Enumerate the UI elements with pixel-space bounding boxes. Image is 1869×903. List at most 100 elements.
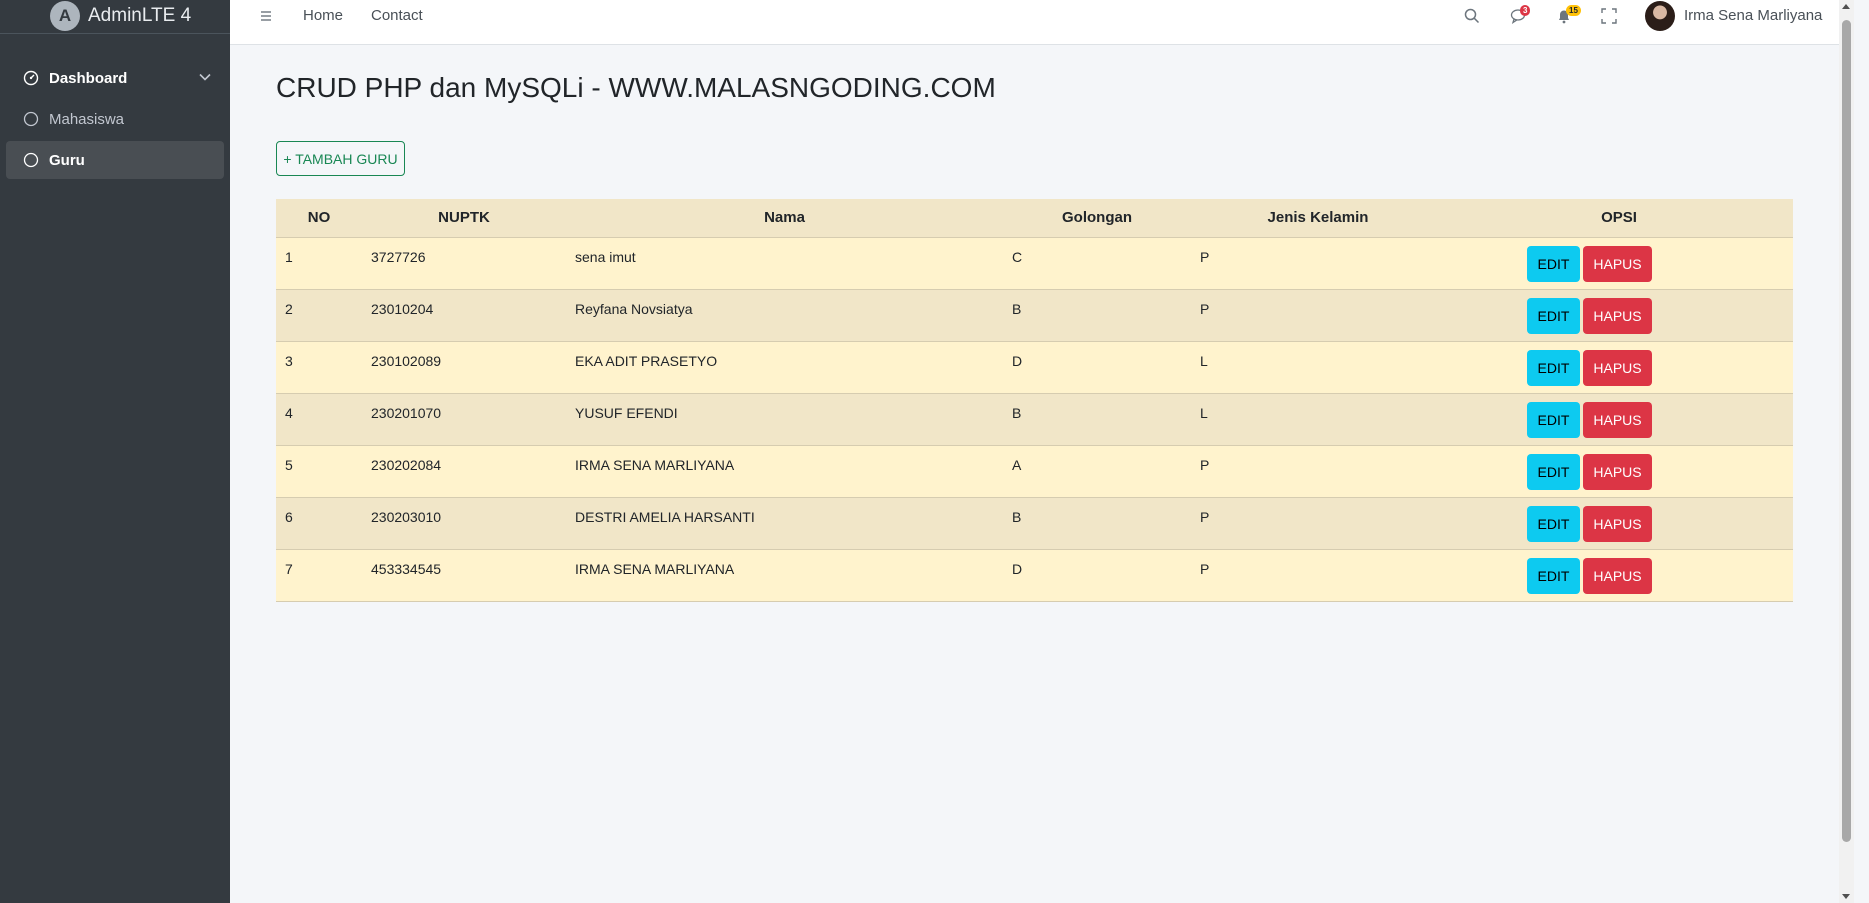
brand-title: AdminLTE 4: [88, 5, 192, 26]
sidebar-item-guru[interactable]: Guru: [6, 141, 224, 179]
chat-icon[interactable]: 3: [1510, 5, 1531, 29]
cell-golongan: B: [1003, 288, 1191, 341]
cell-golongan: B: [1003, 392, 1191, 445]
table-row: 7 453334545 IRMA SENA MARLIYANA D P EDIT…: [276, 548, 1793, 602]
header-nama: Nama: [566, 199, 1003, 237]
delete-button[interactable]: HAPUS: [1583, 349, 1652, 386]
scroll-up-arrow-icon[interactable]: [1842, 4, 1850, 9]
cell-nama: Reyfana Novsiatya: [566, 288, 1003, 341]
add-guru-button[interactable]: + TAMBAH GURU: [276, 141, 405, 176]
cell-jenis-kelamin: L: [1191, 392, 1445, 445]
table-row: 1 3727726 sena imut C P EDIT HAPUS: [276, 236, 1793, 289]
sidebar-menu: Dashboard Mahasiswa Guru: [0, 59, 230, 179]
nav-link-contact[interactable]: Contact: [371, 7, 423, 24]
edit-button[interactable]: EDIT: [1527, 349, 1580, 386]
search-icon[interactable]: [1464, 8, 1480, 29]
delete-button[interactable]: HAPUS: [1583, 401, 1652, 438]
table-row: 5 230202084 IRMA SENA MARLIYANA A P EDIT…: [276, 444, 1793, 497]
notifications-badge: 15: [1566, 5, 1581, 16]
edit-button[interactable]: EDIT: [1527, 297, 1580, 334]
delete-button[interactable]: HAPUS: [1583, 557, 1652, 594]
table-row: 2 23010204 Reyfana Novsiatya B P EDIT HAP…: [276, 288, 1793, 341]
brand-link[interactable]: A AdminLTE 4: [0, 0, 230, 34]
edit-button[interactable]: EDIT: [1527, 453, 1580, 490]
delete-button[interactable]: HAPUS: [1583, 505, 1652, 542]
nav-link-home[interactable]: Home: [303, 7, 343, 24]
cell-nama: IRMA SENA MARLIYANA: [566, 444, 1003, 497]
circle-icon: [23, 152, 39, 168]
sidebar-item-label: Dashboard: [49, 69, 128, 87]
cell-no: 6: [276, 496, 362, 549]
cell-nuptk: 230102089: [362, 340, 566, 393]
avatar[interactable]: [1645, 1, 1675, 31]
sidebar-item-label: Mahasiswa: [49, 110, 125, 128]
cell-jenis-kelamin: P: [1191, 496, 1445, 549]
sidebar: A AdminLTE 4 Dashboard Mahasiswa Guru: [0, 0, 230, 903]
cell-nama: EKA ADIT PRASETYO: [566, 340, 1003, 393]
delete-button[interactable]: HAPUS: [1583, 453, 1652, 490]
menu-toggle-icon[interactable]: [259, 9, 273, 28]
cell-nuptk: 230201070: [362, 392, 566, 445]
cell-opsi: EDIT HAPUS: [1445, 496, 1793, 549]
edit-button[interactable]: EDIT: [1527, 557, 1580, 594]
cell-jenis-kelamin: L: [1191, 340, 1445, 393]
cell-nuptk: 230202084: [362, 444, 566, 497]
edit-button[interactable]: EDIT: [1527, 505, 1580, 542]
cell-jenis-kelamin: P: [1191, 288, 1445, 341]
cell-golongan: A: [1003, 444, 1191, 497]
header-nuptk: NUPTK: [362, 199, 566, 237]
delete-button[interactable]: HAPUS: [1583, 297, 1652, 334]
cell-opsi: EDIT HAPUS: [1445, 444, 1793, 497]
cell-no: 7: [276, 548, 362, 602]
table-row: 3 230102089 EKA ADIT PRASETYO D L EDIT HA…: [276, 340, 1793, 393]
speedometer-icon: [23, 70, 39, 86]
cell-nama: IRMA SENA MARLIYANA: [566, 548, 1003, 602]
cell-opsi: EDIT HAPUS: [1445, 288, 1793, 341]
cell-jenis-kelamin: P: [1191, 444, 1445, 497]
fullscreen-icon[interactable]: [1601, 8, 1617, 29]
cell-nuptk: 453334545: [362, 548, 566, 602]
cell-nama: sena imut: [566, 236, 1003, 289]
table-header-row: NO NUPTK Nama Golongan Jenis Kelamin OPS…: [276, 199, 1793, 237]
user-name[interactable]: Irma Sena Marliyana: [1684, 7, 1822, 24]
brand-logo-letter: A: [58, 6, 72, 25]
cell-nuptk: 3727726: [362, 236, 566, 289]
scroll-down-arrow-icon[interactable]: [1842, 894, 1850, 899]
page-title: CRUD PHP dan MySQLi - WWW.MALASNGODING.C…: [276, 72, 996, 103]
cell-golongan: D: [1003, 548, 1191, 602]
brand-logo: A: [50, 1, 80, 31]
cell-opsi: EDIT HAPUS: [1445, 236, 1793, 289]
cell-no: 2: [276, 288, 362, 341]
bell-icon[interactable]: 15: [1556, 5, 1581, 29]
header-no: NO: [276, 199, 362, 237]
cell-jenis-kelamin: P: [1191, 236, 1445, 289]
delete-button[interactable]: HAPUS: [1583, 245, 1652, 282]
scrollbar-thumb[interactable]: [1842, 20, 1851, 842]
cell-golongan: B: [1003, 496, 1191, 549]
top-navbar: Home Contact 3 15 Irma Sena Marliyana: [230, 0, 1839, 45]
cell-no: 4: [276, 392, 362, 445]
cell-opsi: EDIT HAPUS: [1445, 340, 1793, 393]
sidebar-item-label: Guru: [49, 151, 85, 169]
sidebar-item-mahasiswa[interactable]: Mahasiswa: [6, 100, 224, 138]
cell-golongan: C: [1003, 236, 1191, 289]
cell-nuptk: 230203010: [362, 496, 566, 549]
header-golongan: Golongan: [1003, 199, 1191, 237]
table-row: 6 230203010 DESTRI AMELIA HARSANTI B P E…: [276, 496, 1793, 549]
circle-icon: [23, 111, 39, 127]
cell-nama: YUSUF EFENDI: [566, 392, 1003, 445]
cell-opsi: EDIT HAPUS: [1445, 392, 1793, 445]
cell-jenis-kelamin: P: [1191, 548, 1445, 602]
cell-no: 1: [276, 236, 362, 289]
cell-no: 5: [276, 444, 362, 497]
header-jenis-kelamin: Jenis Kelamin: [1191, 199, 1445, 237]
sidebar-item-dashboard[interactable]: Dashboard: [6, 59, 224, 97]
edit-button[interactable]: EDIT: [1527, 245, 1580, 282]
cell-golongan: D: [1003, 340, 1191, 393]
guru-table: NO NUPTK Nama Golongan Jenis Kelamin OPS…: [276, 199, 1793, 602]
edit-button[interactable]: EDIT: [1527, 401, 1580, 438]
cell-nuptk: 23010204: [362, 288, 566, 341]
cell-no: 3: [276, 340, 362, 393]
vertical-scrollbar[interactable]: [1839, 0, 1854, 903]
chevron-down-icon[interactable]: [198, 70, 212, 88]
